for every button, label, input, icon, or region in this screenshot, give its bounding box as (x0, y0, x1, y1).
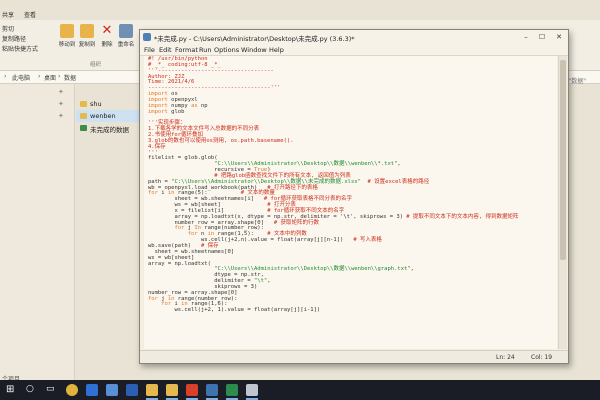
scrollbar-thumb[interactable] (560, 60, 566, 260)
code-token: ws.cell(j+2, 1).value = float(array[j][i… (148, 307, 321, 314)
chrome-icon[interactable] (66, 384, 78, 396)
code-token: as (191, 102, 198, 109)
code-token: glob (167, 108, 185, 115)
ribbon-group-organize: 组织 (90, 62, 102, 68)
rename-icon (119, 24, 133, 38)
breadcrumb-this-pc[interactable]: 此电脑 (12, 73, 30, 82)
photos-icon[interactable] (106, 384, 118, 396)
tab-share[interactable]: 共享 (2, 10, 14, 19)
breadcrumb-data[interactable]: 数据 (64, 73, 76, 82)
code-editor[interactable]: #! /usr/bin/python # _*_ coding:utf-8 _*_… (144, 56, 557, 349)
paste-shortcut-button[interactable]: 粘贴快捷方式 (2, 44, 38, 53)
code-text: #! /usr/bin/python # _*_ coding:utf-8 _*_… (148, 56, 519, 314)
copy-path-button[interactable]: 复制路径 (2, 34, 26, 43)
pin-icon[interactable]: ✦ (58, 112, 64, 120)
list-item[interactable]: 未完成的数据 (76, 122, 146, 134)
idle-editor-window: *未完成.py - C:\Users\Administrator\Desktop… (139, 29, 569, 364)
rename-button[interactable]: 重命名 (116, 24, 136, 48)
menu-edit[interactable]: Edit (159, 46, 172, 54)
menu-file[interactable]: File (144, 46, 155, 54)
minimize-icon[interactable]: – (520, 32, 532, 42)
wps-icon[interactable] (186, 384, 198, 396)
menu-format[interactable]: Format (175, 46, 198, 54)
menu-bar: File Edit Format Run Options Window Help (140, 44, 568, 56)
code-token: , (397, 161, 401, 168)
taskbar: ⊞ ○ ▭ (0, 380, 600, 400)
file-icon[interactable] (246, 384, 258, 396)
list-item[interactable]: shu (76, 98, 146, 110)
explorer-icon[interactable] (146, 384, 158, 396)
menu-run[interactable]: Run (199, 46, 211, 54)
column-indicator: Col: 19 (531, 354, 553, 361)
breadcrumb-desktop[interactable]: 桌面 (44, 73, 56, 82)
task-view-icon[interactable]: ▭ (46, 384, 58, 396)
code-token: , (267, 278, 271, 285)
excel-file-icon (80, 125, 87, 131)
maximize-icon[interactable]: ☐ (536, 32, 548, 42)
vertical-scrollbar[interactable] (558, 56, 567, 349)
folder-icon (80, 101, 87, 107)
python-icon (143, 33, 151, 41)
word-icon[interactable] (126, 384, 138, 396)
store-icon[interactable] (86, 384, 98, 396)
breadcrumb-sep-icon: › (58, 73, 61, 80)
menu-options[interactable]: Options (214, 46, 239, 54)
python-icon[interactable] (206, 384, 218, 396)
editor-statusbar: Ln: 24 Col: 19 (140, 350, 568, 363)
copy-to-button[interactable]: 复制到 (77, 24, 97, 48)
code-token: np (197, 102, 208, 109)
folder-icon (80, 113, 87, 119)
move-to-button[interactable]: 移动到 (57, 24, 77, 48)
back-arrow-icon[interactable]: › (4, 73, 6, 80)
code-token: # 获取矩阵的行数 (273, 219, 319, 226)
windows-start-icon[interactable]: ⊞ (6, 384, 18, 396)
breadcrumb-sep-icon: › (38, 73, 41, 80)
list-item[interactable]: wenben (76, 110, 146, 122)
excel-icon[interactable] (226, 384, 238, 396)
code-token: , (410, 266, 414, 273)
ribbon-tabs: 共享 查看 (0, 8, 600, 20)
tab-view[interactable]: 查看 (24, 10, 36, 19)
navigation-pane: ✦ ✦ ✦ (0, 84, 75, 384)
window-titlebar[interactable]: *未完成.py - C:\Users\Administrator\Desktop… (140, 30, 568, 44)
folder-icon[interactable] (166, 384, 178, 396)
file-list: shu wenben 未完成的数据 (76, 84, 146, 134)
search-icon[interactable]: ○ (26, 384, 38, 396)
delete-button[interactable]: ✕ 删除 (97, 23, 117, 49)
folder-move-icon (60, 24, 74, 38)
code-line: ws.cell(j+2, 1).value = float(array[j][i… (148, 307, 519, 314)
code-token: # 提取不同文本下的文本内容, 得到数据矩阵 (406, 213, 519, 220)
menu-help[interactable]: Help (269, 46, 284, 54)
code-token: 3.glob的数也可以使用os测用, os.path.basename(). (148, 137, 294, 144)
line-indicator: Ln: 24 (496, 354, 515, 361)
folder-copy-icon (80, 24, 94, 38)
code-token: # 设置excel表格的路径 (367, 178, 430, 185)
window-title: *未完成.py - C:\Users\Administrator\Desktop… (154, 35, 355, 43)
menu-window[interactable]: Window (241, 46, 267, 54)
delete-x-icon: ✕ (101, 23, 113, 38)
pin-icon[interactable]: ✦ (58, 88, 64, 96)
close-icon[interactable]: ✕ (553, 32, 565, 42)
code-token: # 写入表格 (353, 237, 382, 244)
pin-icon[interactable]: ✦ (58, 100, 64, 108)
cut-button[interactable]: 剪切 (2, 24, 14, 33)
